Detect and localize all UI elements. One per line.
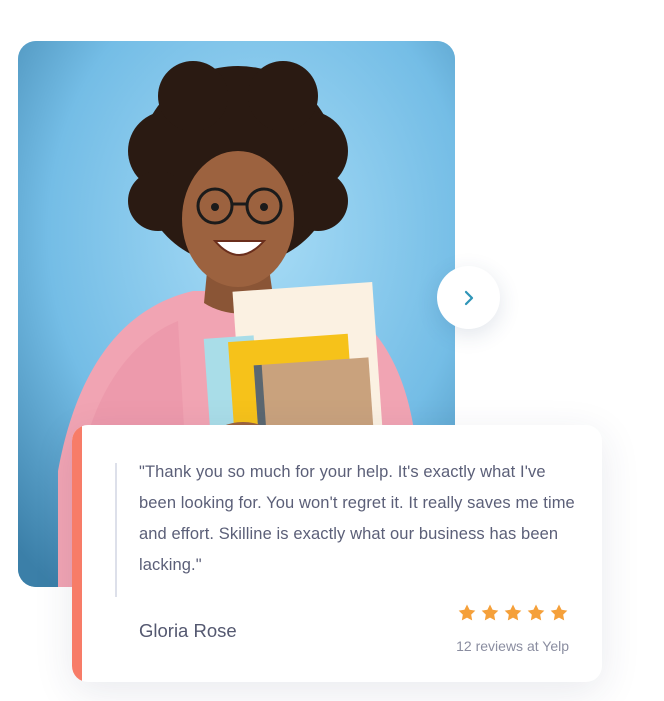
- star-icon: [481, 604, 499, 621]
- testimonial-quote: "Thank you so much for your help. It's e…: [139, 463, 575, 574]
- testimonial-card: "Thank you so much for your help. It's e…: [72, 425, 602, 682]
- quote-divider: [115, 463, 117, 597]
- star-icon: [458, 604, 476, 621]
- star-icon: [504, 604, 522, 621]
- star-rating: [457, 603, 569, 623]
- author-name: Gloria Rose: [139, 620, 237, 641]
- star-icon: [550, 604, 568, 621]
- star-icon: [527, 604, 545, 621]
- testimonial-section: "Thank you so much for your help. It's e…: [0, 0, 664, 701]
- next-testimonial-button[interactable]: [437, 266, 500, 329]
- reviews-count: 12 reviews at Yelp: [456, 638, 569, 654]
- card-accent-bar: [72, 425, 82, 682]
- chevron-right-icon: [464, 290, 473, 305]
